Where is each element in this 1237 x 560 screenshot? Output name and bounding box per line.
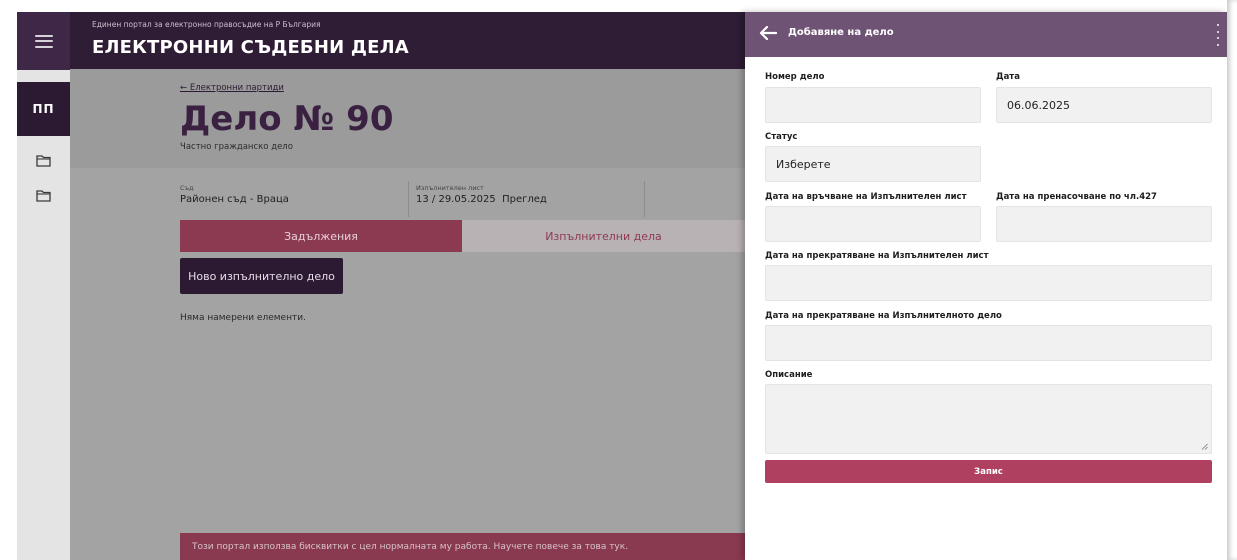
sidebar-item-folder-2[interactable] (17, 180, 70, 210)
window-right-edge (1227, 0, 1237, 560)
back-link[interactable]: ← Електронни партиди (180, 83, 284, 93)
folder-icon (36, 154, 51, 167)
page-title: Дело № 90 (180, 99, 394, 139)
writ-preview-link[interactable]: Преглед (502, 194, 547, 205)
writ-number: 13 / 29.05.2025 (416, 194, 496, 205)
save-button[interactable]: Запис (765, 460, 1212, 483)
writ-info: Изпълнителен лист 13 / 29.05.2025 Прегле… (416, 184, 547, 205)
new-enforcement-case-button[interactable]: Ново изпълнително дело (180, 258, 343, 294)
sidebar-item-pp[interactable]: ПП (17, 82, 70, 136)
info-divider (644, 181, 645, 217)
cookie-text: Този портал използва бисквитки с цел нор… (192, 541, 629, 552)
status-label: Статус (765, 132, 798, 142)
description-textarea[interactable] (765, 384, 1212, 454)
sidebar-rail: ПП (17, 12, 70, 560)
case-number-label: Номер дело (765, 72, 825, 82)
writ-label: Изпълнителен лист (416, 184, 484, 192)
description-label: Описание (765, 370, 813, 380)
menu-button[interactable] (17, 12, 70, 70)
service-date-label: Дата на връчване на Изпълнителен лист (765, 192, 967, 202)
back-arrow-icon[interactable] (759, 25, 777, 41)
service-date-field[interactable] (765, 206, 981, 242)
writ-termination-date-field[interactable] (765, 265, 1212, 301)
drawer-header: Добавяне на дело (745, 12, 1227, 57)
case-subtitle: Частно гражданско дело (180, 142, 293, 152)
drawer-title: Добавяне на дело (788, 27, 894, 38)
app-header: Единен портал за електронно правосъдие н… (70, 12, 745, 69)
status-select[interactable]: Изберете (765, 146, 981, 182)
date-field[interactable]: 06.06.2025 (996, 87, 1212, 123)
cookie-banner[interactable]: Този портал използва бисквитки с цел нор… (180, 533, 745, 560)
writ-termination-date-label: Дата на прекратяване на Изпълнителен лис… (765, 251, 989, 261)
app-window: ПП Единен портал за електронно правосъди… (0, 0, 1237, 560)
court-info: Съд Районен съд - Враца (180, 184, 289, 205)
redirect-date-field[interactable] (996, 206, 1212, 242)
case-hero: ← Електронни партиди Дело № 90 Частно гр… (70, 69, 745, 168)
folder-icon (36, 189, 51, 202)
info-divider (408, 181, 409, 217)
tab-obligations[interactable]: Задължения (180, 220, 462, 252)
court-value: Районен съд - Враца (180, 194, 289, 205)
resize-handle-icon[interactable] (1201, 443, 1208, 450)
redirect-date-label: Дата на пренасочване по чл.427 (996, 192, 1157, 202)
case-number-field[interactable] (765, 87, 981, 123)
sidebar-item-folder-1[interactable] (17, 145, 70, 175)
add-case-drawer: Добавяне на дело Номер дело Дата 06.06.2… (745, 12, 1227, 560)
main-content: ← Електронни партиди Дело № 90 Частно гр… (70, 69, 745, 560)
window-top-edge (17, 0, 1227, 12)
empty-message: Няма намерени елементи. (180, 313, 306, 323)
case-termination-date-field[interactable] (765, 325, 1212, 361)
hamburger-icon (34, 34, 53, 48)
tab-enforcement-cases[interactable]: Изпълнителни дела (462, 220, 745, 252)
date-label: Дата (996, 72, 1020, 82)
case-termination-date-label: Дата на прекратяване на Изпълнителното д… (765, 311, 1002, 321)
header-subtitle: Единен портал за електронно правосъдие н… (92, 20, 321, 29)
header-title[interactable]: ЕЛЕКТРОННИ СЪДЕБНИ ДЕЛА (92, 37, 409, 58)
more-options-icon[interactable] (1217, 24, 1219, 46)
writ-value: 13 / 29.05.2025 Преглед (416, 194, 547, 205)
court-label: Съд (180, 184, 194, 192)
